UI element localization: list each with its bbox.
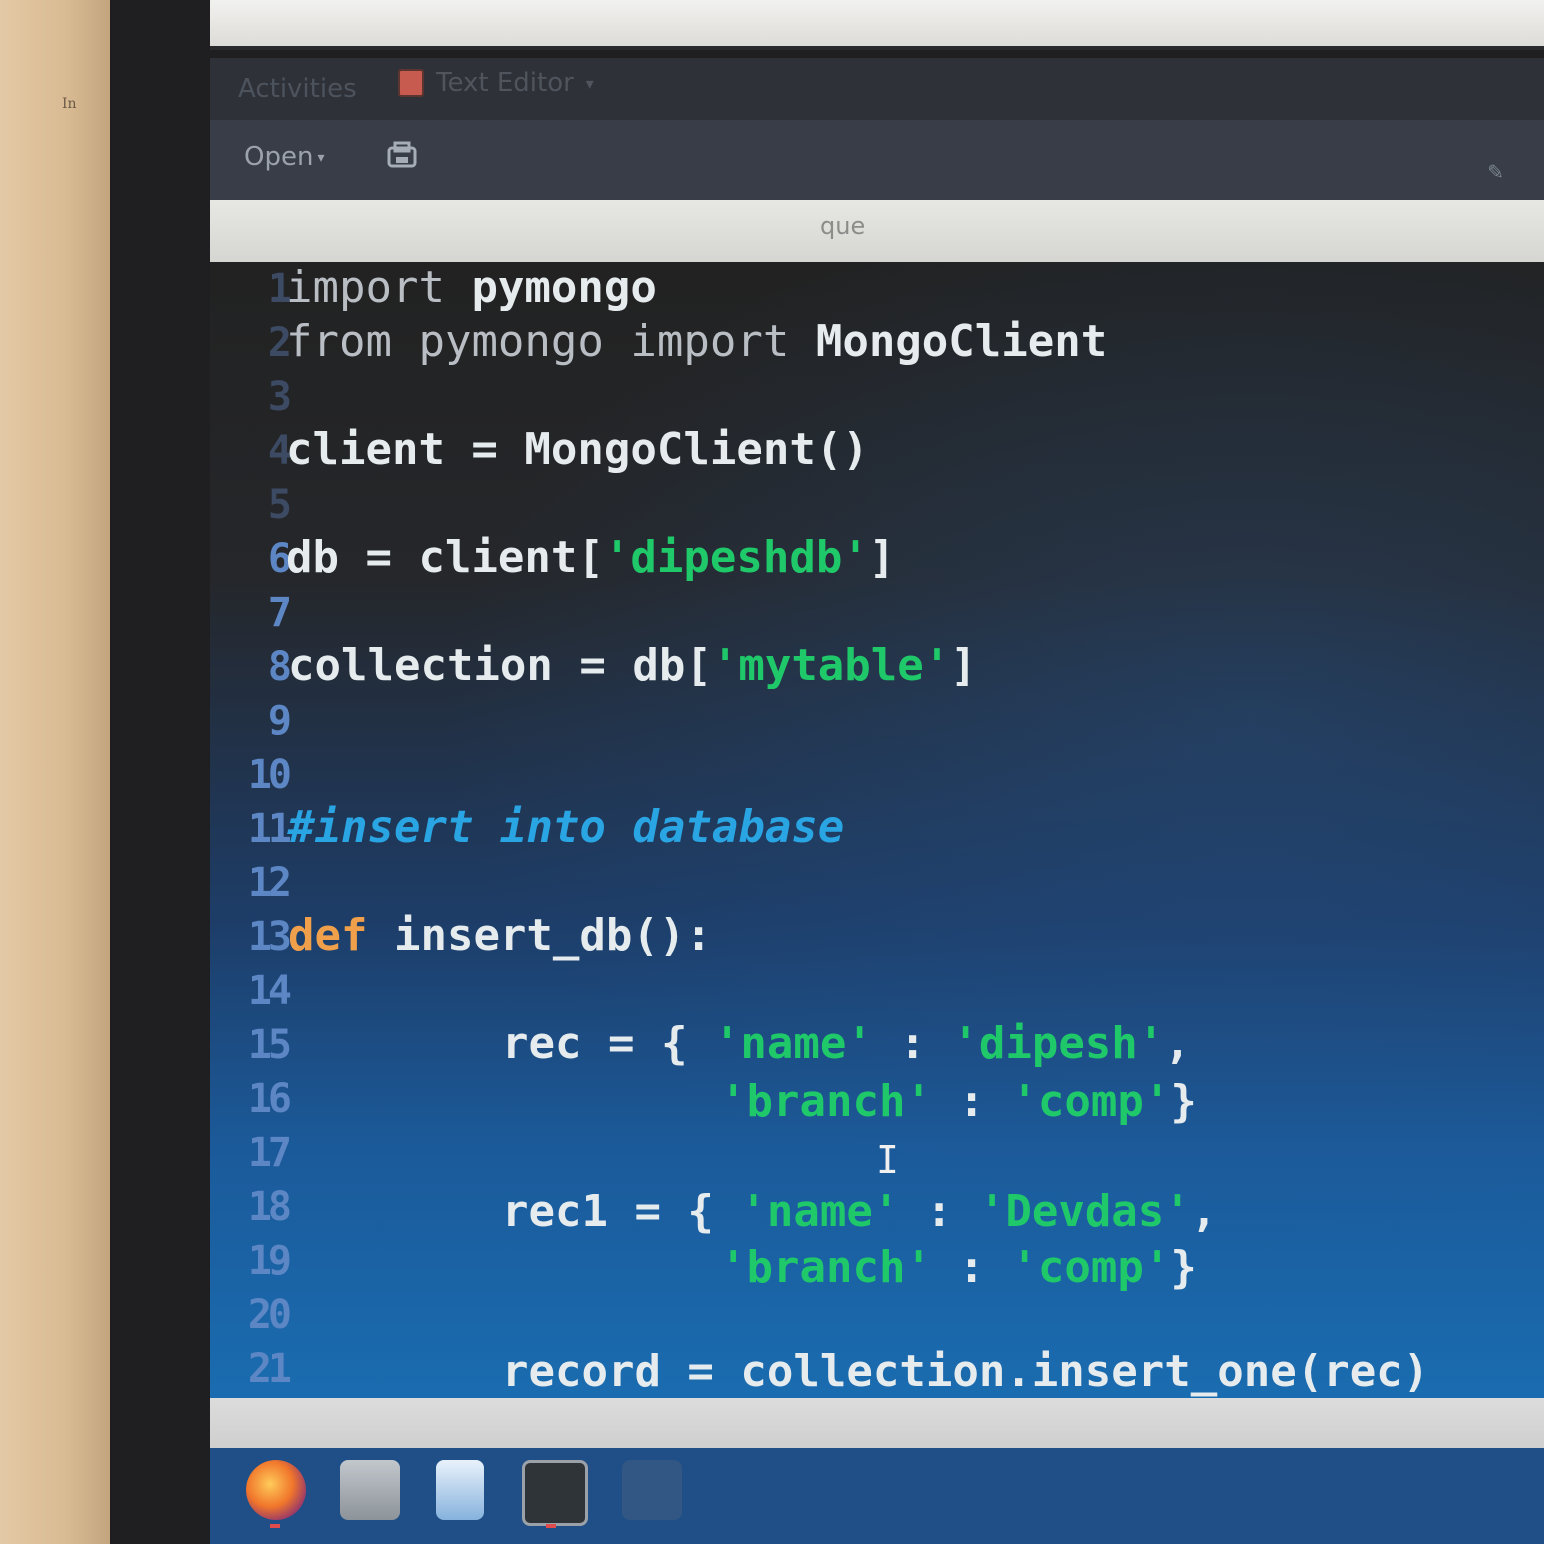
- code-line-15: rec = { 'name' : 'dipesh',: [502, 1018, 1191, 1069]
- running-indicator: [546, 1524, 556, 1528]
- string-literal: 'mytable': [711, 640, 951, 691]
- code-line-16: 'branch' : 'comp'}: [720, 1076, 1197, 1127]
- line-number: 9: [267, 698, 292, 744]
- line-number: 14: [247, 968, 292, 1014]
- line-number: 21: [247, 1346, 292, 1392]
- code-line-8: collection = db['mytable']: [288, 640, 977, 691]
- activities-button[interactable]: Activities: [238, 74, 357, 104]
- line-number: 20: [247, 1292, 292, 1338]
- pencil-icon[interactable]: ✎: [1487, 160, 1504, 184]
- code-line-2: from pymongo import MongoClient: [286, 316, 1107, 367]
- code-text: pymongo: [444, 262, 657, 313]
- code-text: rec = {: [502, 1018, 714, 1069]
- wall-note: In: [62, 96, 77, 112]
- code-text: rec1 = {: [502, 1186, 741, 1237]
- code-text: :: [931, 1076, 1012, 1127]
- code-text: client = MongoClient(): [286, 424, 869, 475]
- code-text: MongoClient: [789, 316, 1108, 367]
- line-number: 1: [267, 266, 292, 312]
- line-number: 15: [247, 1022, 292, 1068]
- keyword-def: def: [288, 910, 368, 961]
- editor-headerbar: Open ▾ ✎: [210, 120, 1544, 200]
- code-text: db = client[: [286, 532, 604, 583]
- line-number: 12: [247, 860, 292, 906]
- code-text: :: [899, 1186, 979, 1237]
- string-literal: 'Devdas': [978, 1186, 1191, 1237]
- files-icon[interactable]: [340, 1460, 400, 1520]
- code-text: ]: [950, 640, 977, 691]
- line-number: 17: [247, 1130, 292, 1176]
- line-number: 18: [247, 1184, 292, 1230]
- code-line-6: db = client['dipeshdb']: [286, 532, 895, 583]
- line-number: 7: [267, 590, 292, 636]
- code-line-1: import pymongo: [286, 262, 657, 313]
- tab-strip: que: [210, 200, 1544, 262]
- open-button[interactable]: Open ▾: [244, 142, 324, 172]
- code-text: }: [1170, 1242, 1197, 1293]
- code-line-4: client = MongoClient(): [286, 424, 869, 475]
- string-literal: 'dipesh': [952, 1018, 1165, 1069]
- save-icon[interactable]: [386, 140, 418, 170]
- line-number: 5: [267, 482, 292, 528]
- line-number: 3: [267, 374, 292, 420]
- string-literal: 'comp': [1011, 1242, 1171, 1293]
- code-line-19: 'branch' : 'comp'}: [720, 1242, 1197, 1293]
- terminal-icon[interactable]: [522, 1460, 588, 1526]
- chevron-down-icon: ▾: [317, 149, 325, 166]
- keyword: import: [286, 262, 445, 313]
- code-line-11: #insert into database: [288, 802, 844, 853]
- open-button-label: Open: [244, 142, 314, 172]
- gnome-top-bar: Activities Text Editor ▾: [210, 58, 1544, 120]
- code-text: ,: [1164, 1018, 1191, 1069]
- wall-background: In: [0, 0, 110, 1544]
- text-editor-icon: [398, 69, 424, 97]
- code-line-21: record = collection.insert_one(rec): [502, 1346, 1429, 1397]
- code-text: pymongo: [391, 316, 631, 367]
- line-number: 2: [267, 320, 292, 366]
- tab-document-title[interactable]: que: [820, 212, 865, 240]
- line-number: 19: [247, 1238, 292, 1284]
- line-number: 10: [247, 752, 292, 798]
- code-text: collection = db[: [288, 640, 712, 691]
- app-icon[interactable]: [622, 1460, 682, 1520]
- string-literal: 'name': [740, 1186, 900, 1237]
- line-number: 16: [247, 1076, 292, 1122]
- keyword: from: [286, 316, 392, 367]
- string-literal: 'name': [713, 1018, 873, 1069]
- code-text: :: [931, 1242, 1012, 1293]
- status-bar: [210, 1398, 1544, 1448]
- code-line-18: rec1 = { 'name' : 'Devdas',: [502, 1186, 1217, 1237]
- code-text: insert_db():: [367, 910, 712, 961]
- code-text: ]: [868, 532, 896, 583]
- code-text: }: [1170, 1076, 1197, 1127]
- line-number-gutter: 1 2 3 4 5 6 7 8 9 10 11 12 13 14 15 16 1…: [210, 262, 292, 1398]
- comment: #insert into database: [288, 802, 845, 853]
- taskbar-dock: [210, 1448, 1544, 1544]
- line-number: 13: [247, 914, 292, 960]
- app-menu-label: Text Editor: [436, 68, 574, 98]
- string-literal: 'branch': [720, 1076, 932, 1127]
- chevron-down-icon: ▾: [585, 73, 594, 93]
- firefox-icon[interactable]: [246, 1460, 306, 1520]
- running-indicator: [270, 1524, 280, 1528]
- code-line-13: def insert_db():: [288, 910, 712, 961]
- code-text: record = collection.insert_one(rec): [502, 1346, 1430, 1397]
- code-editor[interactable]: 1 2 3 4 5 6 7 8 9 10 11 12 13 14 15 16 1…: [210, 262, 1544, 1398]
- line-number: 6: [267, 536, 292, 582]
- string-literal: 'branch': [720, 1242, 932, 1293]
- monitor-top-strip: [210, 0, 1544, 50]
- string-literal: 'dipeshdb': [603, 532, 869, 583]
- writer-icon[interactable]: [436, 1460, 484, 1520]
- screen: Activities Text Editor ▾ Open ▾ ✎ que 1 2…: [210, 58, 1544, 1544]
- code-text: ,: [1190, 1186, 1218, 1237]
- keyword: import: [630, 316, 790, 367]
- code-text: :: [872, 1018, 953, 1069]
- string-literal: 'comp': [1011, 1076, 1171, 1127]
- line-number: 4: [267, 428, 292, 474]
- text-cursor-icon: I: [876, 1138, 899, 1182]
- line-number: 8: [267, 644, 292, 690]
- app-menu[interactable]: Text Editor ▾: [398, 68, 594, 98]
- line-number: 11: [247, 806, 292, 852]
